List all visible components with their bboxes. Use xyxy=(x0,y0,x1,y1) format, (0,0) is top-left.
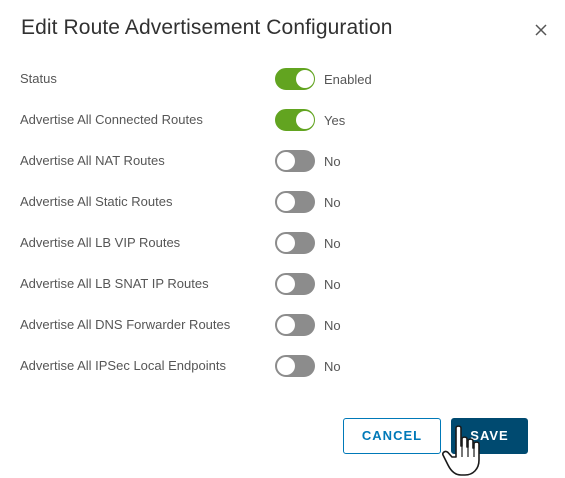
connected-routes-label: Advertise All Connected Routes xyxy=(20,112,203,127)
static-routes-label: Advertise All Static Routes xyxy=(20,194,173,209)
status-label: Status xyxy=(20,71,57,86)
row-ipsec-local-endpoints: Advertise All IPSec Local Endpoints No xyxy=(0,355,565,379)
lb-vip-routes-toggle[interactable] xyxy=(275,232,315,254)
toggle-knob xyxy=(277,234,295,252)
ipsec-local-endpoints-label: Advertise All IPSec Local Endpoints xyxy=(20,358,226,373)
ipsec-local-endpoints-toggle[interactable] xyxy=(275,355,315,377)
cancel-button[interactable]: CANCEL xyxy=(343,418,441,454)
row-lb-vip-routes: Advertise All LB VIP Routes No xyxy=(0,232,565,256)
dialog-title: Edit Route Advertisement Configuration xyxy=(21,16,393,39)
row-status: Status Enabled xyxy=(0,68,565,92)
lb-snat-ip-routes-toggle[interactable] xyxy=(275,273,315,295)
lb-snat-ip-routes-label: Advertise All LB SNAT IP Routes xyxy=(20,276,209,291)
save-button[interactable]: SAVE xyxy=(451,418,528,454)
toggle-knob xyxy=(277,357,295,375)
static-routes-value: No xyxy=(324,195,341,210)
lb-vip-routes-value: No xyxy=(324,236,341,251)
toggle-knob xyxy=(296,111,314,129)
toggle-knob xyxy=(277,316,295,334)
dns-forwarder-routes-toggle[interactable] xyxy=(275,314,315,336)
nat-routes-label: Advertise All NAT Routes xyxy=(20,153,165,168)
toggle-knob xyxy=(277,152,295,170)
route-advertisement-dialog: Edit Route Advertisement Configuration S… xyxy=(0,0,565,478)
connected-routes-value: Yes xyxy=(324,113,346,128)
nat-routes-toggle[interactable] xyxy=(275,150,315,172)
dns-forwarder-routes-value: No xyxy=(324,318,341,333)
status-toggle[interactable] xyxy=(275,68,315,90)
status-value: Enabled xyxy=(324,72,372,87)
row-dns-forwarder-routes: Advertise All DNS Forwarder Routes No xyxy=(0,314,565,338)
close-icon[interactable] xyxy=(532,21,550,39)
row-static-routes: Advertise All Static Routes No xyxy=(0,191,565,215)
toggle-knob xyxy=(277,193,295,211)
nat-routes-value: No xyxy=(324,154,341,169)
lb-vip-routes-label: Advertise All LB VIP Routes xyxy=(20,235,181,250)
static-routes-toggle[interactable] xyxy=(275,191,315,213)
row-nat-routes: Advertise All NAT Routes No xyxy=(0,150,565,174)
row-connected-routes: Advertise All Connected Routes Yes xyxy=(0,109,565,133)
dns-forwarder-routes-label: Advertise All DNS Forwarder Routes xyxy=(20,317,231,332)
toggle-knob xyxy=(277,275,295,293)
row-lb-snat-ip-routes: Advertise All LB SNAT IP Routes No xyxy=(0,273,565,297)
connected-routes-toggle[interactable] xyxy=(275,109,315,131)
ipsec-local-endpoints-value: No xyxy=(324,359,341,374)
lb-snat-ip-routes-value: No xyxy=(324,277,341,292)
toggle-knob xyxy=(296,70,314,88)
